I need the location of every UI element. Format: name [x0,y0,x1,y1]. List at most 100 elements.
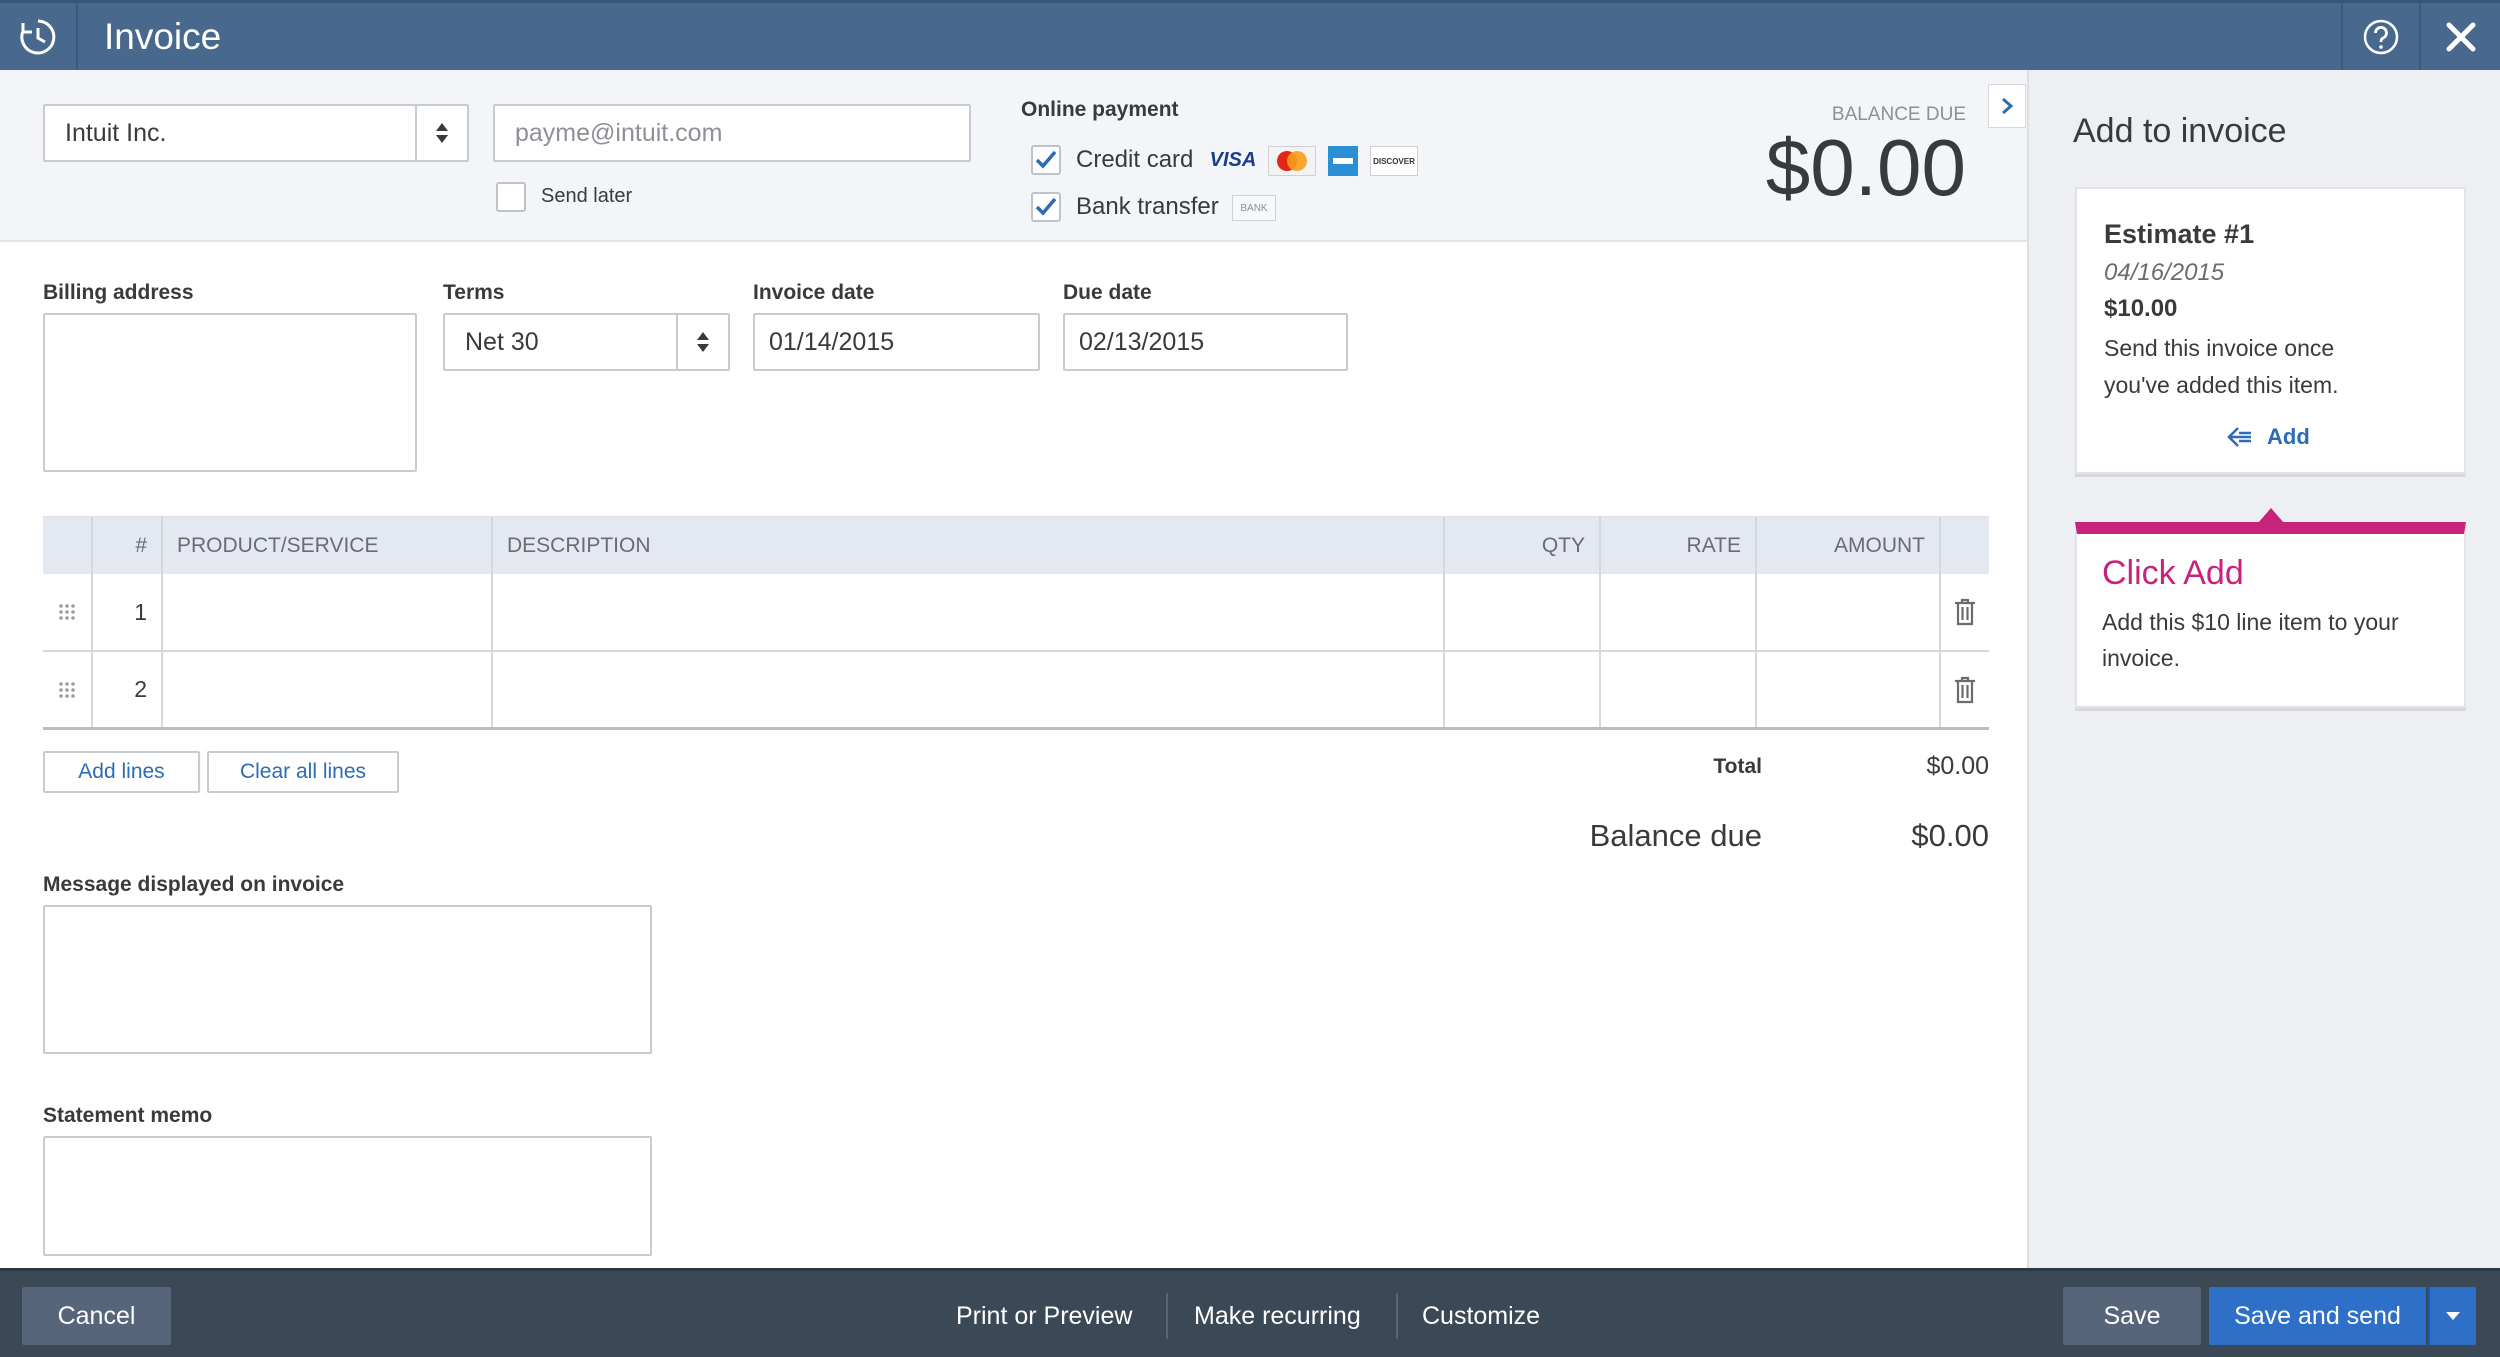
discover-logo-text: DISCOVER [1373,156,1415,166]
header-delete-column [1941,517,1989,574]
header-qty: QTY [1445,517,1601,574]
product-cell[interactable] [163,574,493,650]
due-date-field[interactable]: 02/13/2015 [1063,313,1348,371]
expand-panel-button[interactable] [1988,84,2026,128]
app-header: Invoice [0,0,2500,70]
click-add-tooltip: Click Add Add this $10 line item to your… [2075,522,2466,708]
amount-cell[interactable] [1757,574,1941,650]
header-amount: AMOUNT [1757,517,1941,574]
tooltip-body: Add this $10 line item to your invoice. [2102,609,2399,671]
send-later-checkbox[interactable] [496,182,526,212]
product-cell[interactable] [163,652,493,727]
balance-due-footer-label: Balance due [1589,818,1762,853]
qty-cell[interactable] [1445,574,1601,650]
table-header: # PRODUCT/SERVICE DESCRIPTION QTY RATE A… [43,516,1989,574]
check-icon [1035,197,1057,216]
row-number: 1 [93,574,163,650]
invoice-date-label: Invoice date [753,281,875,304]
mastercard-logo-icon [1268,146,1316,176]
total-label: Total [1713,755,1762,778]
customer-name: Intuit Inc. [65,118,167,147]
sort-arrows-icon [676,315,728,369]
clear-all-lines-button[interactable]: Clear all lines [207,751,399,793]
terms-select[interactable]: Net 30 [443,313,730,371]
estimate-card: Estimate #1 04/16/2015 $10.00 Send this … [2075,187,2466,474]
arrow-left-icon [2227,427,2251,447]
discover-logo-icon: DISCOVER [1370,146,1418,176]
terms-label: Terms [443,281,505,304]
credit-card-label: Credit card [1076,146,1194,173]
description-cell[interactable] [493,652,1445,727]
customize-link[interactable]: Customize [1392,1293,1570,1339]
sort-arrows-icon [415,106,467,160]
add-estimate-label: Add [2267,424,2310,449]
trash-icon[interactable] [1941,574,1989,650]
invoice-date-field[interactable]: 01/14/2015 [753,313,1040,371]
tooltip-pointer [2258,508,2284,523]
estimate-amount: $10.00 [2104,295,2178,322]
due-date-label: Due date [1063,281,1152,304]
drag-handle-icon[interactable] [43,652,93,727]
statement-memo-label: Statement memo [43,1104,213,1127]
invoice-date-value: 01/14/2015 [769,327,895,356]
email-placeholder: payme@intuit.com [515,118,723,147]
rate-cell[interactable] [1601,652,1757,727]
table-row[interactable]: 2 [43,652,1989,730]
panel-title: Add to invoice [2073,112,2287,150]
trash-icon[interactable] [1941,652,1989,727]
visa-logo-icon: VISA [1209,148,1257,171]
invoice-footer: Cancel Print or Preview Make recurring C… [0,1268,2500,1357]
add-lines-button[interactable]: Add lines [43,751,200,793]
billing-address-field[interactable] [43,313,417,472]
bank-transfer-checkbox[interactable] [1031,192,1061,222]
make-recurring-link[interactable]: Make recurring [1164,1293,1391,1339]
balance-due-amount: $0.00 [1765,123,1966,212]
header-drag-column [43,517,93,574]
online-payment-heading: Online payment [1021,98,1179,121]
page-title: Invoice [104,16,222,57]
drag-handle-icon[interactable] [43,574,93,650]
terms-value: Net 30 [465,327,539,356]
send-later-label: Send later [541,185,633,207]
billing-address-label: Billing address [43,281,194,304]
bank-transfer-label: Bank transfer [1076,193,1219,220]
balance-due-footer-value: $0.00 [1911,818,1989,853]
amount-cell[interactable] [1757,652,1941,727]
message-field[interactable] [43,905,652,1054]
table-row[interactable]: 1 [43,574,1989,652]
email-field[interactable]: payme@intuit.com [493,104,971,162]
credit-card-checkbox[interactable] [1031,145,1061,175]
add-estimate-link[interactable]: Add [2227,424,2310,450]
statement-memo-field[interactable] [43,1136,652,1256]
description-cell[interactable] [493,574,1445,650]
print-preview-link[interactable]: Print or Preview [926,1293,1162,1339]
save-options-dropdown[interactable] [2428,1287,2476,1345]
amex-logo-icon [1328,146,1358,176]
estimate-title: Estimate #1 [2104,219,2255,249]
customer-select[interactable]: Intuit Inc. [43,104,469,162]
header-rate: RATE [1601,517,1757,574]
rate-cell[interactable] [1601,574,1757,650]
check-icon [1035,150,1057,169]
help-icon[interactable] [2341,3,2421,70]
header-description: DESCRIPTION [493,517,1445,574]
qty-cell[interactable] [1445,652,1601,727]
estimate-date: 04/16/2015 [2104,259,2225,286]
header-num: # [93,517,163,574]
close-icon[interactable] [2422,3,2500,70]
tooltip-title: Click Add [2102,554,2244,592]
save-and-send-button[interactable]: Save and send [2209,1287,2426,1345]
bank-logo-icon: BANK [1232,195,1276,221]
total-value: $0.00 [1926,752,1989,780]
message-label: Message displayed on invoice [43,873,345,896]
save-button[interactable]: Save [2063,1287,2201,1345]
line-items-table: # PRODUCT/SERVICE DESCRIPTION QTY RATE A… [43,516,1989,730]
cancel-button[interactable]: Cancel [22,1287,171,1345]
chevron-right-icon [2002,97,2014,115]
estimate-note: Send this invoice once you've added this… [2104,335,2339,398]
due-date-value: 02/13/2015 [1079,327,1205,356]
row-number: 2 [93,652,163,727]
recent-transactions-icon[interactable] [0,3,78,70]
header-product: PRODUCT/SERVICE [163,517,493,574]
caret-down-icon [2446,1312,2460,1320]
